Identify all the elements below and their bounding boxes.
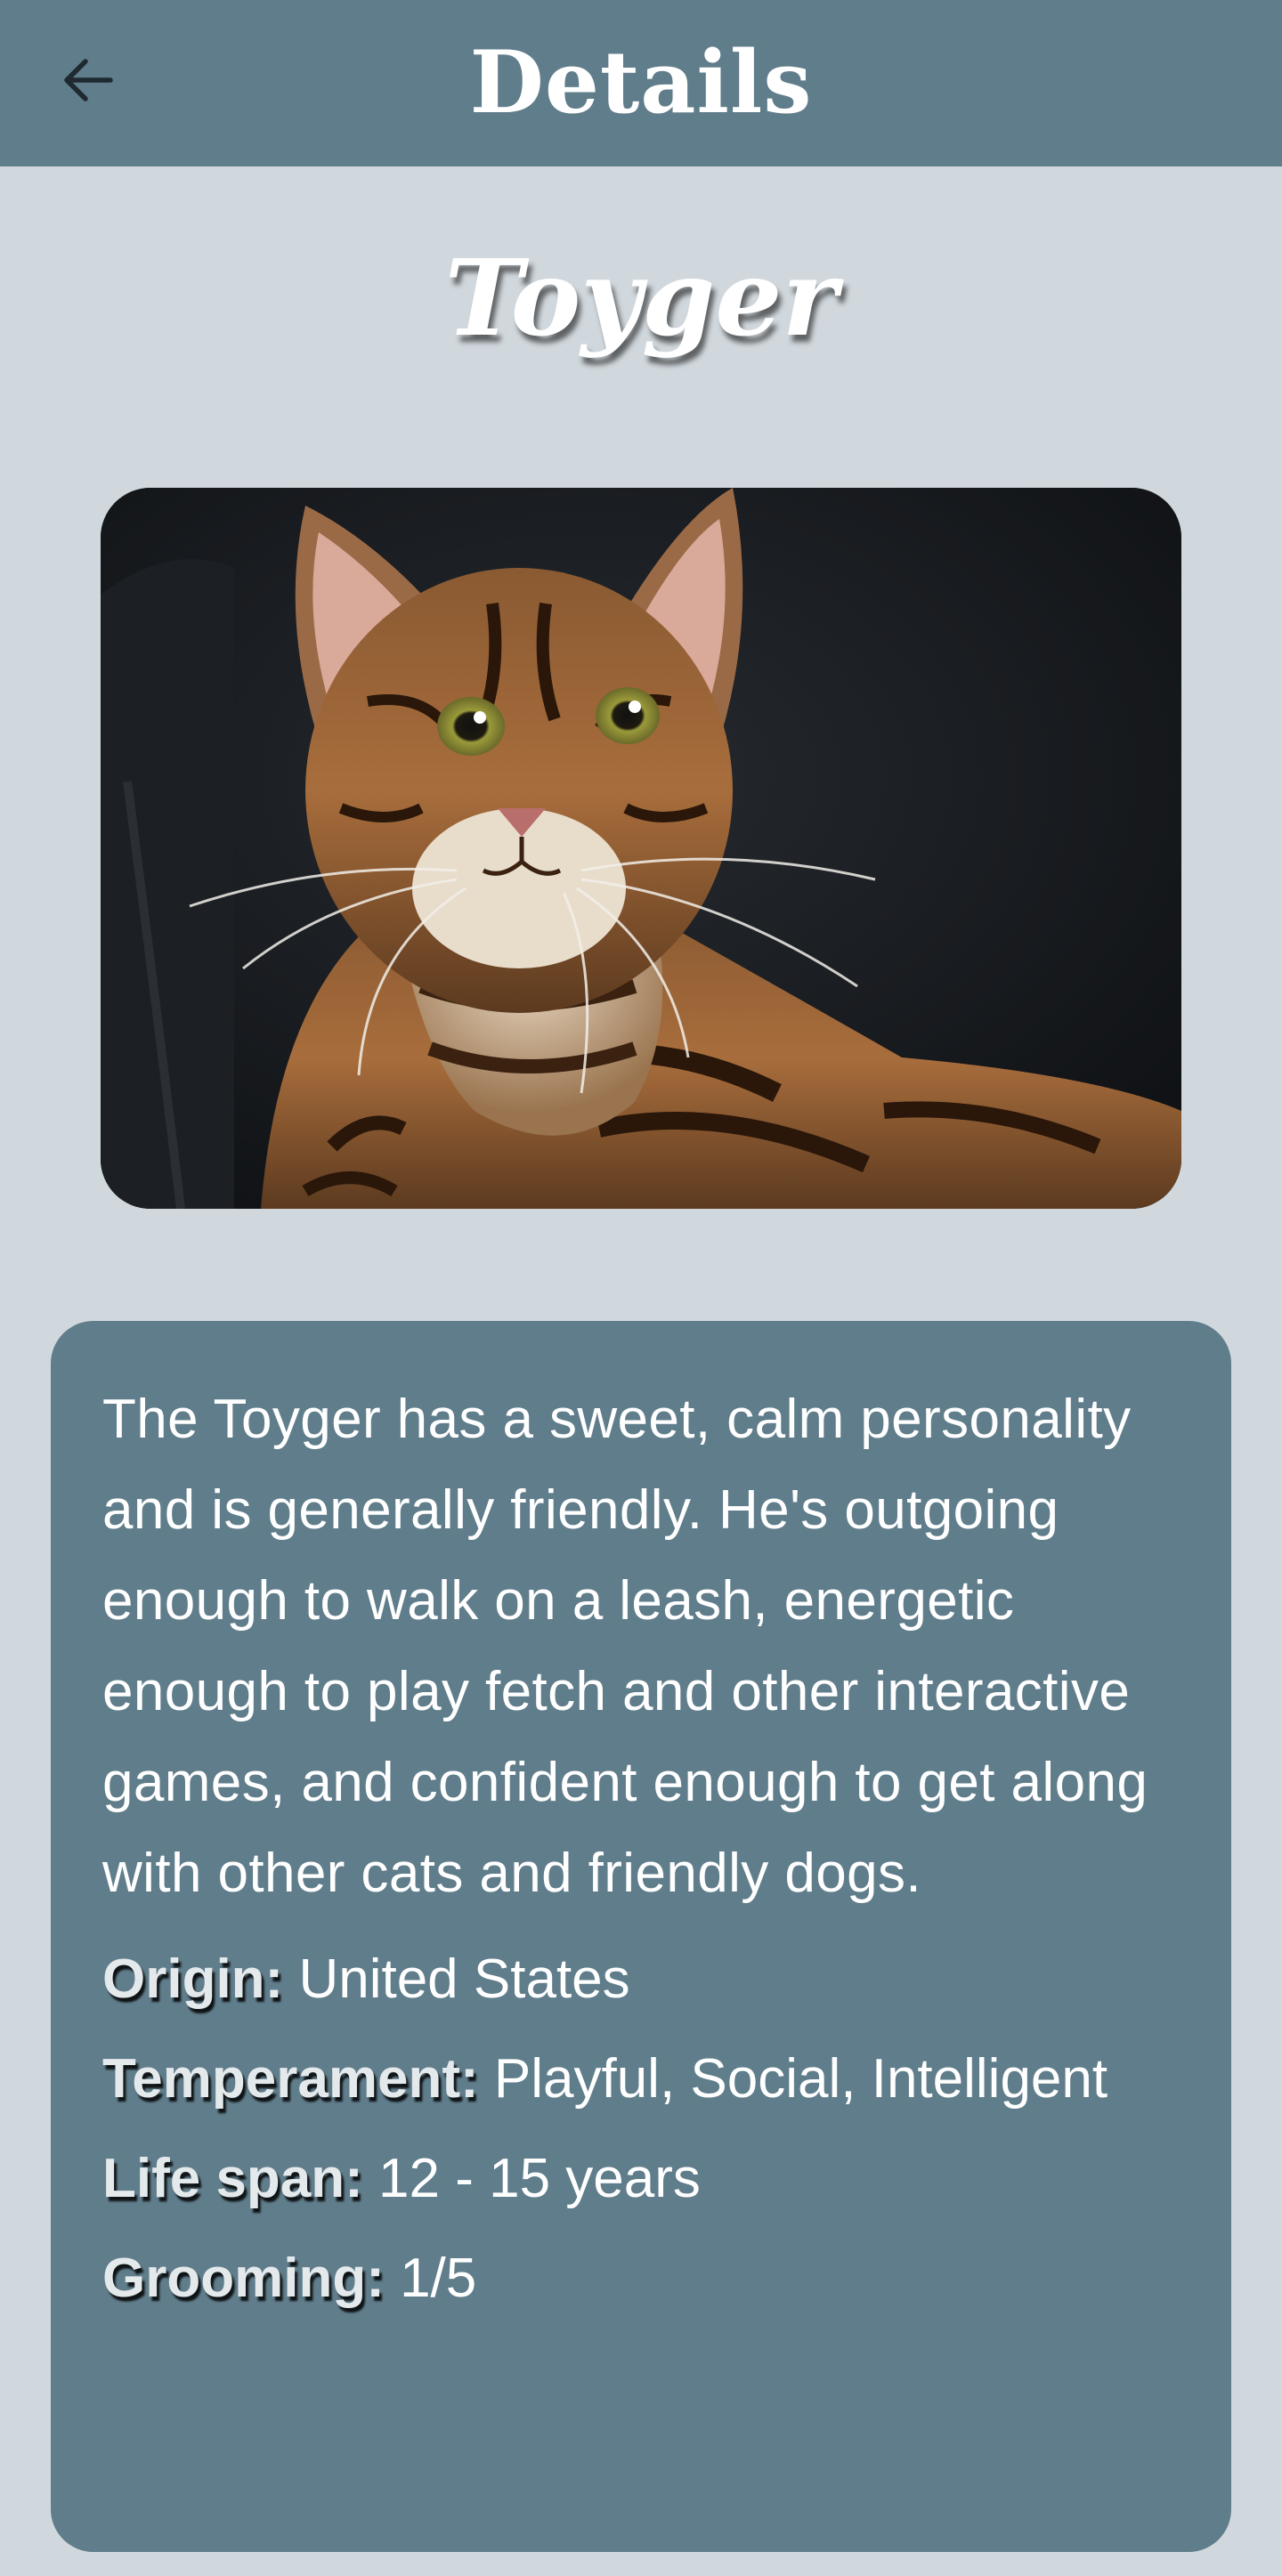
breed-photo: [101, 488, 1181, 1209]
grooming-label: Grooming:: [102, 2248, 385, 2309]
origin-label: Origin:: [102, 1948, 284, 2010]
origin-row: Origin: United States: [102, 1942, 1180, 2017]
life-span-row: Life span: 12 - 15 years: [102, 2142, 1180, 2216]
breed-info-card: The Toyger has a sweet, calm personality…: [51, 1321, 1231, 2552]
temperament-value: Playful, Social, Intelligent: [493, 2048, 1108, 2110]
life-span-label: Life span:: [102, 2148, 363, 2209]
origin-value: United States: [298, 1948, 630, 2010]
page-title: Details: [469, 32, 813, 133]
temperament-label: Temperament:: [102, 2048, 479, 2110]
life-span-value: 12 - 15 years: [378, 2148, 701, 2209]
grooming-row: Grooming: 1/5: [102, 2241, 1180, 2316]
app-bar: Details: [0, 0, 1282, 166]
temperament-row: Temperament: Playful, Social, Intelligen…: [102, 2042, 1180, 2117]
breed-description: The Toyger has a sweet, calm personality…: [102, 1389, 1148, 1904]
breed-name: Toyger: [444, 236, 838, 360]
grooming-value: 1/5: [400, 2248, 477, 2309]
